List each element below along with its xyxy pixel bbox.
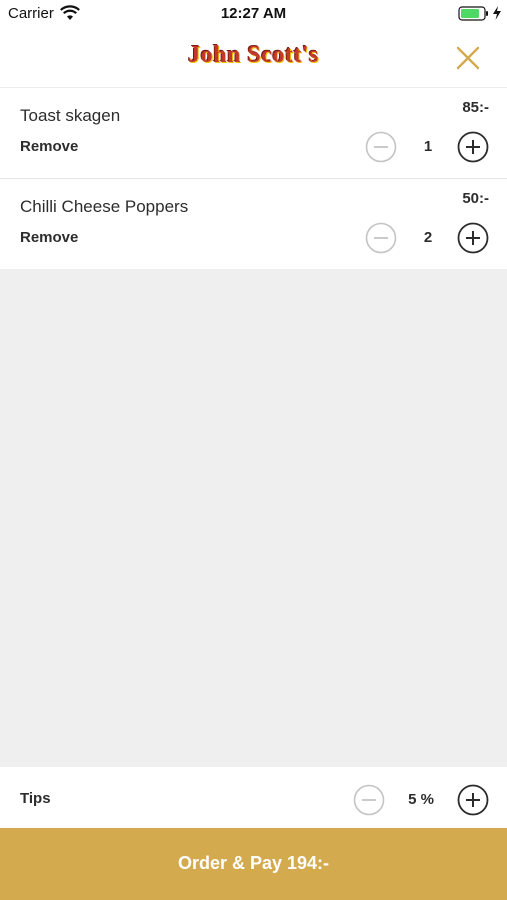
- john-scotts-logo: John Scott's: [188, 42, 319, 68]
- close-button[interactable]: [452, 42, 484, 74]
- quantity-value: 1: [423, 138, 433, 155]
- tips-label: Tips: [20, 790, 51, 807]
- decrease-tips-button[interactable]: [353, 784, 385, 816]
- minus-circle-icon: [365, 222, 397, 254]
- plus-circle-icon: [457, 784, 489, 816]
- close-icon: [456, 46, 480, 70]
- order-and-pay-button[interactable]: Order & Pay 194:-: [0, 828, 507, 900]
- remove-button[interactable]: Remove: [20, 138, 78, 155]
- order-item-row: Toast skagen 85:- Remove 1: [0, 88, 507, 179]
- item-price: 85:-: [462, 99, 489, 116]
- decrease-quantity-button[interactable]: [365, 131, 397, 163]
- item-name: Chilli Cheese Poppers: [20, 197, 189, 216]
- charging-icon: [492, 5, 502, 21]
- plus-circle-icon: [457, 222, 489, 254]
- minus-circle-icon: [365, 131, 397, 163]
- quantity-value: 2: [423, 229, 433, 246]
- status-bar: Carrier 12:27 AM: [0, 0, 507, 30]
- decrease-quantity-button[interactable]: [365, 222, 397, 254]
- nav-bar: John Scott's: [0, 30, 507, 88]
- tips-value: 5 %: [408, 791, 434, 808]
- increase-quantity-button[interactable]: [457, 222, 489, 254]
- minus-circle-icon: [353, 784, 385, 816]
- plus-circle-icon: [457, 131, 489, 163]
- order-item-row: Chilli Cheese Poppers 50:- Remove 2: [0, 179, 507, 269]
- status-time: 12:27 AM: [220, 5, 287, 22]
- increase-tips-button[interactable]: [457, 784, 489, 816]
- tips-row: Tips 5 %: [0, 767, 507, 828]
- item-name: Toast skagen: [20, 106, 121, 125]
- item-price: 50:-: [462, 190, 489, 207]
- battery-icon: [458, 6, 490, 22]
- remove-button[interactable]: Remove: [20, 229, 78, 246]
- increase-quantity-button[interactable]: [457, 131, 489, 163]
